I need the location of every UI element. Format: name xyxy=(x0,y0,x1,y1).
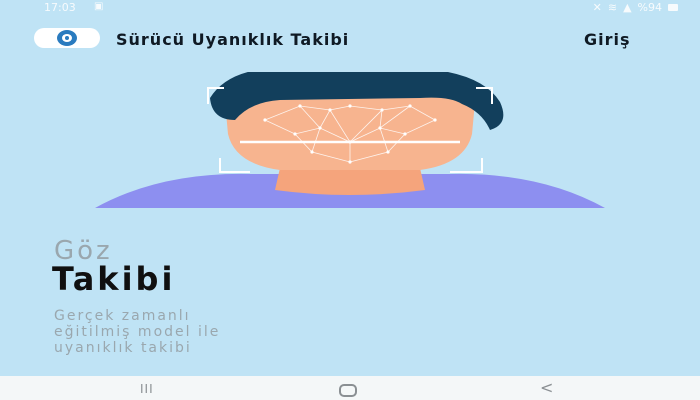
battery-percent: %94 xyxy=(637,1,662,14)
face-scan-illustration xyxy=(95,72,605,208)
status-icons: ✕ ≋ ▲ %94 xyxy=(593,1,678,14)
emblem-icon xyxy=(57,30,77,46)
battery-icon xyxy=(668,4,678,11)
description-line: Gerçek zamanlı xyxy=(54,308,191,324)
signal-icon: ▲ xyxy=(623,1,632,14)
hero-description: Gerçek zamanlı eğitilmiş model ile uyanı… xyxy=(54,308,474,356)
app-title: Sürücü Uyanıklık Takibi xyxy=(116,30,350,49)
home-button[interactable] xyxy=(339,384,357,397)
login-button[interactable]: Giriş xyxy=(584,30,631,49)
wifi-icon: ≋ xyxy=(607,1,618,14)
headline-bold: Takibi xyxy=(52,260,176,298)
status-time: 17:03 xyxy=(44,1,76,14)
recent-apps-button[interactable]: III xyxy=(140,382,154,396)
description-line: eğitilmiş model ile xyxy=(54,324,221,340)
back-button[interactable]: < xyxy=(540,378,553,397)
gallery-icon: ▣ xyxy=(94,1,104,12)
app-logo[interactable] xyxy=(34,28,100,48)
status-bar: 17:03 ▣ ✕ ≋ ▲ %94 xyxy=(0,0,700,16)
neck-shape xyxy=(275,168,425,195)
mute-icon: ✕ xyxy=(592,1,602,14)
description-line: uyanıklık takibi xyxy=(54,340,192,356)
app-header: Sürücü Uyanıklık Takibi Giriş xyxy=(0,22,700,56)
system-nav-bar: III < xyxy=(0,376,700,400)
